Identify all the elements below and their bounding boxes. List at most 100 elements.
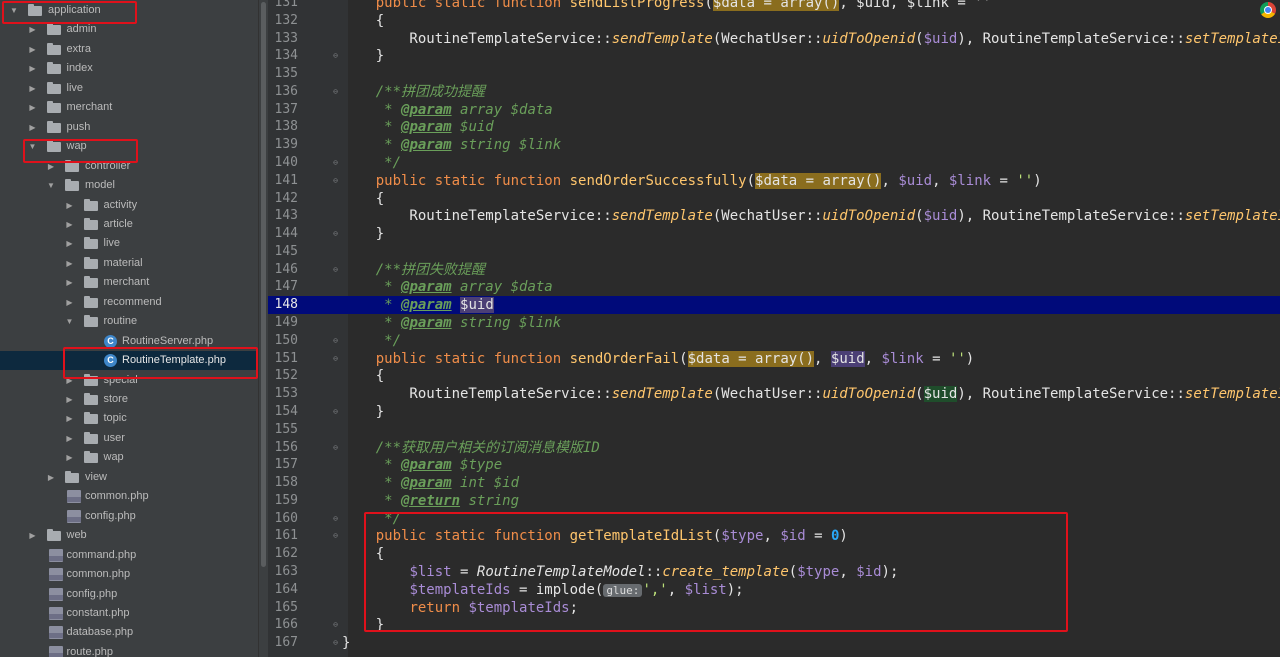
tree-folder-web[interactable]: ▶ web: [0, 526, 258, 545]
expand-right-icon[interactable]: ▶: [65, 409, 75, 428]
tree-folder-live[interactable]: ▶ live: [0, 234, 258, 253]
expand-right-icon[interactable]: ▶: [65, 293, 75, 312]
expand-right-icon[interactable]: ▶: [28, 79, 38, 98]
tree-folder-activity[interactable]: ▶ activity: [0, 196, 258, 215]
code-line[interactable]: 145: [268, 243, 1280, 261]
code-line[interactable]: 149 * @param string $link: [268, 314, 1280, 332]
fold-marker-icon[interactable]: ⊖: [331, 638, 340, 648]
expand-right-icon[interactable]: ▶: [65, 196, 75, 215]
code-line[interactable]: 137 * @param array $data: [268, 101, 1280, 119]
code-line[interactable]: 140 ⊖ */: [268, 154, 1280, 172]
expand-down-icon[interactable]: ▼: [28, 137, 38, 156]
tree-folder-user[interactable]: ▶ user: [0, 429, 258, 448]
tree-file-command-php[interactable]: command.php: [0, 546, 258, 565]
fold-marker-icon[interactable]: ⊖: [331, 354, 340, 364]
tree-folder-recommend[interactable]: ▶ recommend: [0, 293, 258, 312]
chrome-icon[interactable]: [1260, 2, 1276, 18]
tree-folder-material[interactable]: ▶ material: [0, 254, 258, 273]
code-line[interactable]: 155: [268, 421, 1280, 439]
tree-folder-routine[interactable]: ▼ routine: [0, 312, 258, 331]
tree-folder-push[interactable]: ▶ push: [0, 118, 258, 137]
fold-marker-icon[interactable]: ⊖: [331, 158, 340, 168]
expand-right-icon[interactable]: ▶: [28, 98, 38, 117]
fold-marker-icon[interactable]: ⊖: [331, 176, 340, 186]
code-line[interactable]: 151 ⊖ public static function sendOrderFai…: [268, 350, 1280, 368]
expand-right-icon[interactable]: ▶: [46, 468, 56, 487]
expand-right-icon[interactable]: ▶: [65, 371, 75, 390]
code-line[interactable]: 156 ⊖ /**获取用户相关的订阅消息模版ID: [268, 439, 1280, 457]
tree-file-common-php[interactable]: common.php: [0, 565, 258, 584]
expand-right-icon[interactable]: ▶: [65, 429, 75, 448]
code-line[interactable]: 146 ⊖ /**拼团失败提醒: [268, 261, 1280, 279]
expand-right-icon[interactable]: ▶: [28, 526, 38, 545]
expand-right-icon[interactable]: ▶: [65, 390, 75, 409]
tree-folder-model[interactable]: ▼ model: [0, 176, 258, 195]
tree-file-common-php[interactable]: common.php: [0, 487, 258, 506]
tree-folder-merchant[interactable]: ▶ merchant: [0, 273, 258, 292]
tree-folder-live[interactable]: ▶ live: [0, 79, 258, 98]
code-line[interactable]: 167 ⊖}: [268, 634, 1280, 652]
code-line[interactable]: 153 RoutineTemplateService::sendTemplate…: [268, 385, 1280, 403]
code-line[interactable]: 166 ⊖ }: [268, 616, 1280, 634]
tree-folder-article[interactable]: ▶ article: [0, 215, 258, 234]
fold-marker-icon[interactable]: ⊖: [331, 620, 340, 630]
code-line[interactable]: 139 * @param string $link: [268, 136, 1280, 154]
tree-folder-merchant[interactable]: ▶ merchant: [0, 98, 258, 117]
expand-right-icon[interactable]: ▶: [28, 40, 38, 59]
fold-marker-icon[interactable]: ⊖: [331, 51, 340, 61]
fold-marker-icon[interactable]: ⊖: [331, 514, 340, 524]
expand-down-icon[interactable]: ▼: [46, 176, 56, 195]
tree-file-config-php[interactable]: config.php: [0, 507, 258, 526]
scrollbar-thumb[interactable]: [261, 2, 266, 567]
tree-folder-index[interactable]: ▶ index: [0, 59, 258, 78]
code-line[interactable]: 135: [268, 65, 1280, 83]
file-tree-scrollbar[interactable]: [258, 0, 268, 657]
expand-down-icon[interactable]: ▼: [65, 312, 75, 331]
code-line[interactable]: 132 {: [268, 12, 1280, 30]
tree-file-routinetemplate-php[interactable]: C RoutineTemplate.php: [0, 351, 258, 371]
code-line[interactable]: 133 RoutineTemplateService::sendTemplate…: [268, 30, 1280, 48]
code-line[interactable]: 163 $list = RoutineTemplateModel::create…: [268, 563, 1280, 581]
tree-folder-application[interactable]: ▼ application: [0, 1, 258, 20]
fold-marker-icon[interactable]: ⊖: [331, 407, 340, 417]
code-line[interactable]: 161 ⊖ public static function getTemplateI…: [268, 527, 1280, 545]
expand-right-icon[interactable]: ▶: [65, 234, 75, 253]
tree-folder-wap[interactable]: ▶ wap: [0, 448, 258, 467]
code-line[interactable]: 162 {: [268, 545, 1280, 563]
code-line[interactable]: 165 return $templateIds;: [268, 599, 1280, 617]
tree-file-database-php[interactable]: database.php: [0, 623, 258, 642]
code-line[interactable]: 144 ⊖ }: [268, 225, 1280, 243]
expand-right-icon[interactable]: ▶: [28, 20, 38, 39]
fold-marker-icon[interactable]: ⊖: [331, 87, 340, 97]
fold-marker-icon[interactable]: ⊖: [331, 443, 340, 453]
expand-right-icon[interactable]: ▶: [65, 254, 75, 273]
code-line[interactable]: 142 {: [268, 190, 1280, 208]
code-line[interactable]: 148 * @param $uid: [268, 296, 1280, 315]
tree-file-config-php[interactable]: config.php: [0, 585, 258, 604]
code-line[interactable]: 138 * @param $uid: [268, 118, 1280, 136]
code-line[interactable]: 134 ⊖ }: [268, 47, 1280, 65]
tree-folder-view[interactable]: ▶ view: [0, 468, 258, 487]
tree-file-route-php[interactable]: route.php: [0, 643, 258, 657]
code-line[interactable]: 158 * @param int $id: [268, 474, 1280, 492]
expand-down-icon[interactable]: ▼: [9, 1, 19, 20]
fold-marker-icon[interactable]: ⊖: [331, 531, 340, 541]
tree-folder-topic[interactable]: ▶ topic: [0, 409, 258, 428]
code-line[interactable]: 164 $templateIds = implode(glue: ',', $li…: [268, 581, 1280, 599]
expand-right-icon[interactable]: ▶: [46, 157, 56, 176]
expand-right-icon[interactable]: ▶: [65, 215, 75, 234]
tree-folder-store[interactable]: ▶ store: [0, 390, 258, 409]
tree-file-constant-php[interactable]: constant.php: [0, 604, 258, 623]
tree-folder-extra[interactable]: ▶ extra: [0, 40, 258, 59]
fold-marker-icon[interactable]: ⊖: [331, 336, 340, 346]
expand-right-icon[interactable]: ▶: [28, 118, 38, 137]
code-line[interactable]: 147 * @param array $data: [268, 278, 1280, 296]
code-line[interactable]: 152 {: [268, 367, 1280, 385]
tree-folder-admin[interactable]: ▶ admin: [0, 20, 258, 39]
tree-folder-wap[interactable]: ▼ wap: [0, 137, 258, 156]
tree-folder-controller[interactable]: ▶ controller: [0, 157, 258, 176]
code-editor[interactable]: 131 public static function sendListProgr…: [268, 0, 1280, 657]
code-line[interactable]: 136 ⊖ /**拼团成功提醒: [268, 83, 1280, 101]
code-line[interactable]: 160 ⊖ */: [268, 510, 1280, 528]
tree-file-routineserver-php[interactable]: C RoutineServer.php: [0, 332, 258, 351]
